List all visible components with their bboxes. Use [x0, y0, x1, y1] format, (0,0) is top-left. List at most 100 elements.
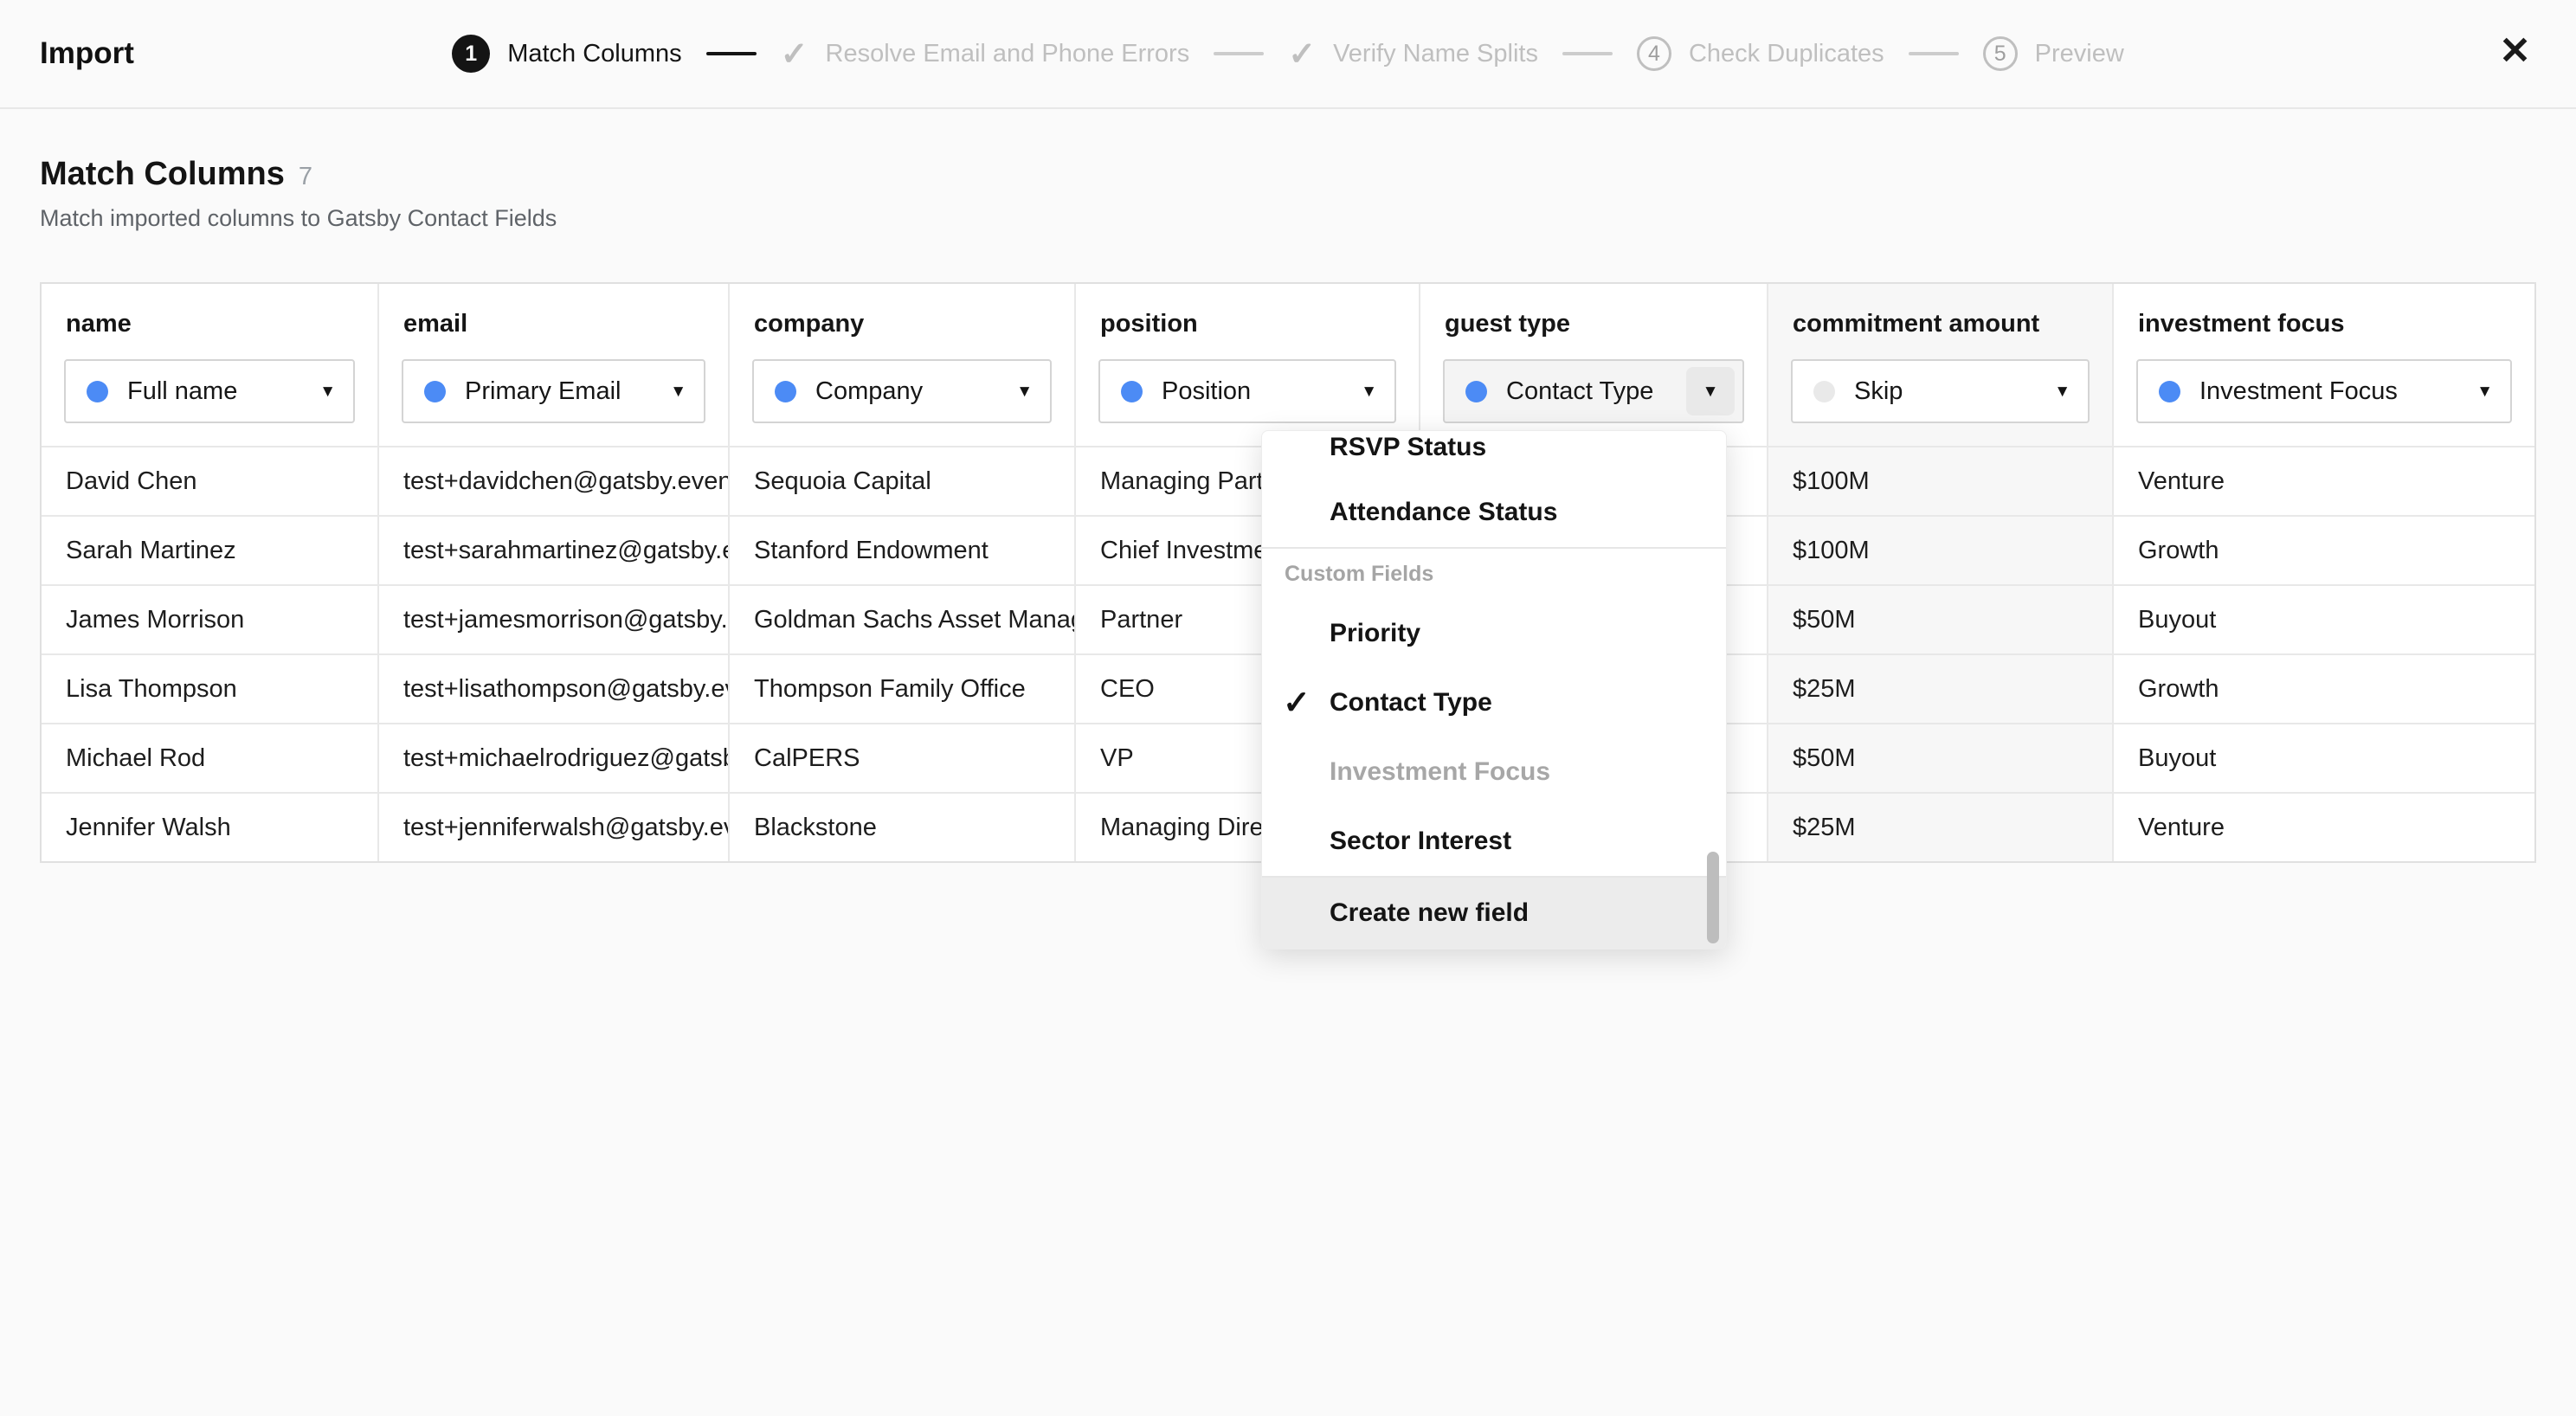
cell-commitment-amount: $100M: [1768, 515, 2114, 584]
title-row: Match Columns 7: [40, 156, 2536, 193]
chevron-down-icon: ▼: [670, 383, 686, 400]
menu-item-label: Create new field: [1330, 898, 1529, 928]
cell-investment-focus: Growth: [2114, 653, 2534, 723]
selected-field-label: Investment Focus: [2199, 377, 2398, 406]
column-mapping-select-position[interactable]: Position ▼: [1098, 359, 1396, 423]
step-connector: [1214, 52, 1264, 55]
chevron-down-icon: ▼: [2054, 383, 2070, 400]
step-number: 5: [1983, 36, 2018, 71]
mapping-dot: [775, 381, 796, 402]
step-check-icon: ✓: [1288, 35, 1316, 74]
cell-investment-focus: Venture: [2114, 792, 2534, 861]
page-count: 7: [299, 163, 312, 191]
column-mapping-select-company[interactable]: Company ▼: [752, 359, 1052, 423]
column-mapping-select-investment-focus[interactable]: Investment Focus▼: [2136, 359, 2512, 423]
menu-scrollbar-thumb[interactable]: [1707, 852, 1719, 943]
cell-company: Goldman Sachs Asset Management: [730, 584, 1076, 653]
column-header-name: nameFull name▼: [42, 284, 379, 446]
field-dropdown-menu: RSVP Status Attendance Status Custom Field…: [1261, 430, 1727, 949]
selected-field-label: Full name: [127, 377, 237, 406]
step-check-icon: ✓: [781, 35, 808, 74]
cell-name: Jennifer Walsh: [42, 792, 379, 861]
menu-item-label: Contact Type: [1330, 688, 1492, 718]
step-resolve-email-and-phone-errors[interactable]: ✓ Resolve Email and Phone Errors: [781, 35, 1190, 74]
menu-item-contact-type[interactable]: ✓ Contact Type: [1262, 668, 1726, 737]
cell-name: Sarah Martinez: [42, 515, 379, 584]
cell-commitment-amount: $50M: [1768, 584, 2114, 653]
column-header-guest-type: guest type Contact Type ▼: [1420, 284, 1768, 446]
column-source-label: commitment amount: [1768, 310, 2112, 338]
selected-field-label: Position: [1162, 377, 1251, 406]
column-source-label: guest type: [1420, 310, 1767, 338]
menu-item-rsvp-status[interactable]: RSVP Status: [1262, 431, 1726, 478]
mapping-dot: [2159, 381, 2180, 402]
chevron-down-icon: ▼: [1016, 383, 1033, 400]
step-label: Verify Name Splits: [1333, 40, 1538, 68]
cell-email: test+lisathompson@gatsby.events: [379, 653, 730, 723]
cell-email: test+jamesmorrison@gatsby.events: [379, 584, 730, 653]
menu-item-label: RSVP Status: [1330, 433, 1486, 462]
step-verify-name-splits[interactable]: ✓ Verify Name Splits: [1288, 35, 1538, 74]
column-source-label: investment focus: [2114, 310, 2534, 338]
cell-company: Thompson Family Office: [730, 653, 1076, 723]
import-title: Import: [40, 36, 134, 71]
chevron-down-icon: ▼: [1361, 383, 1377, 400]
menu-item-label: Attendance Status: [1330, 498, 1557, 527]
menu-item-label: Priority: [1330, 619, 1420, 648]
menu-item-attendance-status[interactable]: Attendance Status: [1262, 478, 1726, 547]
cell-company: Stanford Endowment: [730, 515, 1076, 584]
menu-section-label: Custom Fields: [1262, 549, 1726, 599]
mapping-dot: [424, 381, 446, 402]
step-connector: [1562, 52, 1613, 55]
step-check-duplicates[interactable]: 4 Check Duplicates: [1637, 36, 1884, 71]
column-mapping-select-name[interactable]: Full name▼: [64, 359, 355, 423]
selected-field-label: Skip: [1854, 377, 1903, 406]
cell-name: James Morrison: [42, 584, 379, 653]
selected-field-label: Contact Type: [1506, 377, 1653, 406]
column-header-commitment-amount: commitment amount Skip ▼: [1768, 284, 2114, 446]
chevron-down-icon: ▼: [1703, 383, 1719, 400]
step-connector: [706, 52, 757, 55]
step-label: Match Columns: [507, 40, 681, 68]
selected-field-label: Primary Email: [465, 377, 621, 406]
step-label: Check Duplicates: [1689, 40, 1884, 68]
mapping-dot: [1121, 381, 1143, 402]
step-number: 4: [1637, 36, 1671, 71]
column-source-label: company: [730, 310, 1074, 338]
menu-item-priority[interactable]: Priority: [1262, 599, 1726, 668]
column-mapping-select-email[interactable]: Primary Email ▼: [402, 359, 705, 423]
column-header-position: positionPosition▼: [1076, 284, 1420, 446]
step-connector: [1909, 52, 1959, 55]
cell-email: test+jenniferwalsh@gatsby.events: [379, 792, 730, 861]
cell-commitment-amount: $25M: [1768, 653, 2114, 723]
step-match-columns[interactable]: 1Match Columns: [452, 35, 681, 73]
selected-field-label: Company: [815, 377, 923, 406]
cell-commitment-amount: $100M: [1768, 446, 2114, 515]
step-preview[interactable]: 5Preview: [1983, 36, 2124, 71]
menu-item-investment-focus[interactable]: Investment Focus: [1262, 737, 1726, 807]
check-icon: ✓: [1283, 684, 1311, 723]
cell-email: test+davidchen@gatsby.events: [379, 446, 730, 515]
mapping-dot: [1465, 381, 1487, 402]
page-subtitle: Match imported columns to Gatsby Contact…: [40, 205, 2536, 232]
table-header-row: nameFull name▼emailPrimary Email▼company…: [42, 284, 2534, 446]
cell-investment-focus: Growth: [2114, 515, 2534, 584]
menu-item-create-new-field[interactable]: Create new field: [1262, 878, 1726, 949]
cell-company: Sequoia Capital: [730, 446, 1076, 515]
close-icon[interactable]: ✕: [2499, 32, 2531, 70]
cell-commitment-amount: $50M: [1768, 723, 2114, 792]
step-label: Resolve Email and Phone Errors: [826, 40, 1190, 68]
column-header-investment-focus: investment focus Investment Focus▼: [2114, 284, 2534, 446]
column-mapping-select-guest-type[interactable]: Contact Type ▼: [1443, 359, 1744, 423]
column-header-email: emailPrimary Email▼: [379, 284, 730, 446]
stepper: 1Match Columns ✓ Resolve Email and Phone E…: [452, 35, 2124, 74]
mapping-dot: [87, 381, 108, 402]
caret-chip: ▼: [1686, 367, 1735, 415]
cell-name: David Chen: [42, 446, 379, 515]
column-mapping-select-commitment-amount[interactable]: Skip ▼: [1791, 359, 2090, 423]
menu-item-sector-interest[interactable]: Sector Interest: [1262, 807, 1726, 876]
menu-item-label: Sector Interest: [1330, 827, 1511, 856]
page-title: Match Columns: [40, 156, 285, 193]
cell-email: test+sarahmartinez@gatsby.events: [379, 515, 730, 584]
topbar: Import 1Match Columns ✓ Resolve Email and …: [0, 0, 2576, 109]
